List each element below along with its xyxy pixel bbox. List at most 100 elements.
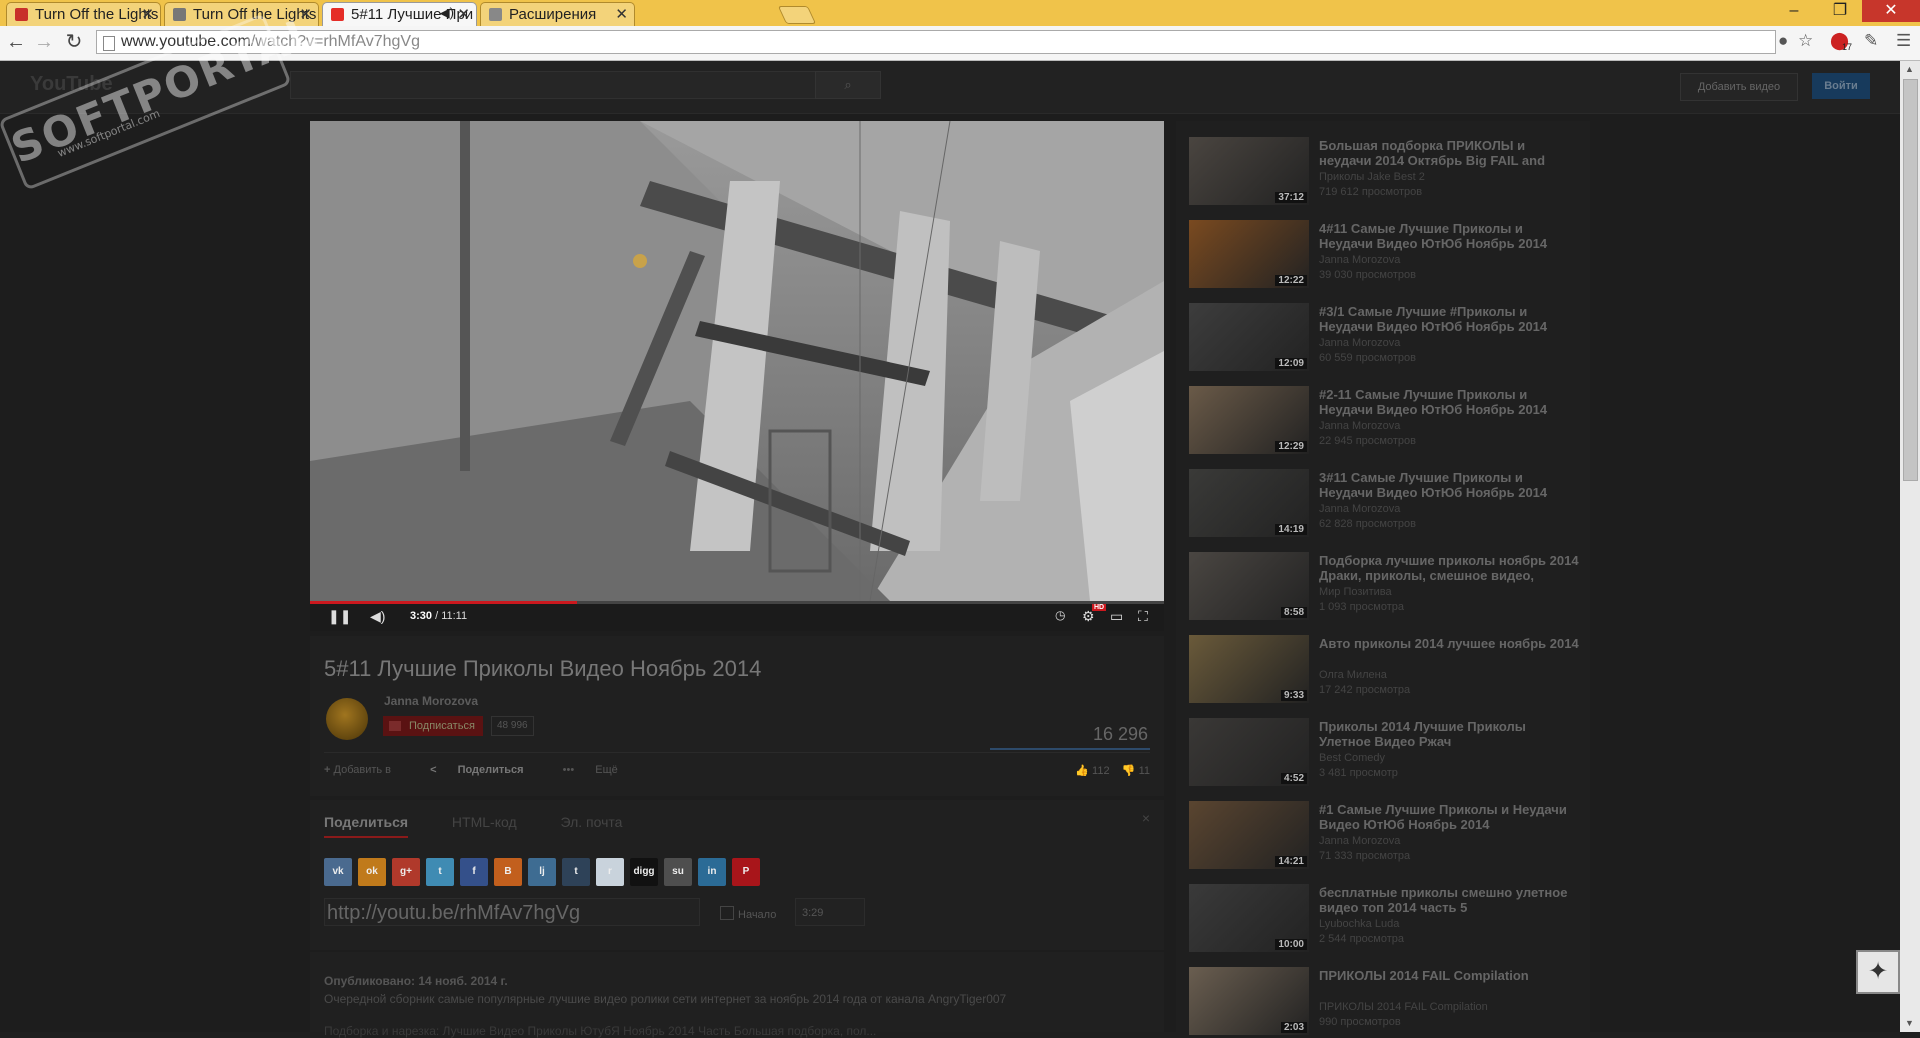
- reddit-icon[interactable]: r: [596, 858, 624, 886]
- like-button[interactable]: 👍 112: [1075, 765, 1109, 777]
- minimize-icon[interactable]: ‒: [1772, 0, 1816, 22]
- bookmark-star-icon[interactable]: ☆: [1798, 31, 1813, 51]
- related-video-item[interactable]: 8:58 Подборка лучшие приколы ноябрь 2014 …: [1189, 552, 1589, 620]
- fullscreen-icon[interactable]: ⛶: [1138, 608, 1148, 625]
- browser-tab-active[interactable]: 5#11 Лучшие При ◀) ✕: [322, 2, 477, 26]
- volume-icon[interactable]: ◀): [370, 608, 385, 625]
- related-video-item[interactable]: 37:12 Большая подборка ПРИКОЛЫ и неудачи …: [1189, 137, 1589, 205]
- related-title[interactable]: 3#11 Самые Лучшие Приколы и Неудачи Виде…: [1319, 470, 1579, 500]
- related-title[interactable]: #2-11 Самые Лучшие Приколы и Неудачи Вид…: [1319, 387, 1579, 417]
- search-input[interactable]: [290, 71, 817, 99]
- tab-email[interactable]: Эл. почта: [561, 814, 623, 830]
- subscribe-button[interactable]: Подписаться: [383, 716, 483, 736]
- linkedin-icon[interactable]: in: [698, 858, 726, 886]
- lightbulb-extension-icon[interactable]: ●: [1778, 31, 1788, 51]
- channel-avatar[interactable]: [326, 698, 368, 740]
- related-title[interactable]: Авто приколы 2014 лучшее ноябрь 2014: [1319, 636, 1579, 651]
- reload-icon[interactable]: ↻: [62, 30, 86, 54]
- theater-mode-icon[interactable]: ▭: [1110, 608, 1123, 625]
- share-button[interactable]: < Поделиться: [430, 764, 542, 776]
- related-title[interactable]: Подборка лучшие приколы ноябрь 2014 Драк…: [1319, 553, 1579, 583]
- related-title[interactable]: ПРИКОЛЫ 2014 FAIL Compilation: [1319, 968, 1579, 983]
- menu-icon[interactable]: ☰: [1896, 31, 1911, 51]
- new-tab-button[interactable]: [777, 6, 817, 24]
- share-link-field[interactable]: http://youtu.be/rhMfAv7hgVg: [324, 898, 700, 926]
- video-thumbnail[interactable]: 8:58: [1189, 552, 1309, 620]
- scroll-up-icon[interactable]: ▲: [1905, 64, 1914, 74]
- related-video-item[interactable]: 14:21 #1 Самые Лучшие Приколы и Неудачи В…: [1189, 801, 1589, 869]
- blogger-icon[interactable]: B: [494, 858, 522, 886]
- tab-embed[interactable]: HTML-код: [452, 814, 517, 830]
- pinterest-icon[interactable]: P: [732, 858, 760, 886]
- related-video-item[interactable]: 4:52 Приколы 2014 Лучшие Приколы Улетное …: [1189, 718, 1589, 786]
- tab-share[interactable]: Поделиться: [324, 814, 409, 838]
- video-thumbnail[interactable]: 12:22: [1189, 220, 1309, 288]
- related-video-item[interactable]: 10:00 бесплатные приколы смешно улетное в…: [1189, 884, 1589, 952]
- dislike-button[interactable]: 👎 11: [1122, 765, 1150, 777]
- tab-close-icon[interactable]: ✕: [141, 5, 154, 23]
- video-thumbnail[interactable]: 10:00: [1189, 884, 1309, 952]
- related-video-item[interactable]: 2:03 ПРИКОЛЫ 2014 FAIL Compilation ПРИКОЛЫ…: [1189, 967, 1589, 1035]
- twitter-icon[interactable]: t: [426, 858, 454, 886]
- stumbleupon-icon[interactable]: su: [664, 858, 692, 886]
- search-button[interactable]: ⌕: [815, 71, 881, 99]
- related-title[interactable]: Приколы 2014 Лучшие Приколы Улетное Виде…: [1319, 719, 1579, 749]
- tab-close-icon[interactable]: ✕: [457, 5, 470, 23]
- odnoklassniki-icon[interactable]: ok: [358, 858, 386, 886]
- livejournal-icon[interactable]: lj: [528, 858, 556, 886]
- related-video-item[interactable]: 12:29 #2-11 Самые Лучшие Приколы и Неудач…: [1189, 386, 1589, 454]
- start-time-field[interactable]: 3:29: [795, 898, 865, 926]
- video-thumbnail[interactable]: 37:12: [1189, 137, 1309, 205]
- window-close-icon[interactable]: ✕: [1862, 0, 1920, 22]
- add-to-button[interactable]: + Добавить в: [324, 764, 409, 776]
- google-plus-icon[interactable]: g+: [392, 858, 420, 886]
- turn-off-lights-button[interactable]: ✦: [1856, 950, 1900, 994]
- browser-tab[interactable]: Расширения ✕: [480, 2, 635, 26]
- back-arrow-icon[interactable]: ←: [4, 30, 28, 54]
- more-button[interactable]: ••• Ещё: [563, 764, 636, 776]
- video-thumbnail[interactable]: 4:52: [1189, 718, 1309, 786]
- like-count: 112: [1092, 765, 1110, 777]
- digg-icon[interactable]: digg: [630, 858, 658, 886]
- related-video-item[interactable]: 14:19 3#11 Самые Лучшие Приколы и Неудачи…: [1189, 469, 1589, 537]
- scrollbar-thumb[interactable]: [1903, 79, 1918, 481]
- video-frame[interactable]: [310, 121, 1164, 601]
- tab-close-icon[interactable]: ✕: [615, 5, 628, 23]
- related-title[interactable]: 4#11 Самые Лучшие Приколы и Неудачи Виде…: [1319, 221, 1579, 251]
- related-title[interactable]: #3/1 Самые Лучшие #Приколы и Неудачи Вид…: [1319, 304, 1579, 334]
- vk-icon[interactable]: vk: [324, 858, 352, 886]
- related-video-item[interactable]: 12:22 4#11 Самые Лучшие Приколы и Неудачи…: [1189, 220, 1589, 288]
- channel-name[interactable]: Janna Morozova: [384, 694, 478, 708]
- facebook-icon[interactable]: f: [460, 858, 488, 886]
- related-title[interactable]: Большая подборка ПРИКОЛЫ и неудачи 2014 …: [1319, 138, 1579, 168]
- related-author: Приколы Jake Best 2: [1319, 171, 1425, 183]
- forward-arrow-icon[interactable]: →: [32, 30, 56, 54]
- related-title[interactable]: #1 Самые Лучшие Приколы и Неудачи Видео …: [1319, 802, 1579, 832]
- start-at-checkbox[interactable]: Начало: [720, 906, 776, 921]
- address-bar[interactable]: www.youtube.com/watch?v=rhMfAv7hgVg: [96, 30, 1776, 54]
- related-video-item[interactable]: 9:33 Авто приколы 2014 лучшее ноябрь 2014…: [1189, 635, 1589, 703]
- related-views: 60 559 просмотров: [1319, 352, 1416, 364]
- video-thumbnail[interactable]: 12:09: [1189, 303, 1309, 371]
- video-thumbnail[interactable]: 2:03: [1189, 967, 1309, 1035]
- tumblr-icon[interactable]: t: [562, 858, 590, 886]
- pause-icon[interactable]: ❚❚: [328, 608, 351, 625]
- progress-bar[interactable]: [310, 601, 1164, 604]
- related-video-item[interactable]: 12:09 #3/1 Самые Лучшие #Приколы и Неудач…: [1189, 303, 1589, 371]
- video-thumbnail[interactable]: 9:33: [1189, 635, 1309, 703]
- video-thumbnail[interactable]: 12:29: [1189, 386, 1309, 454]
- browser-tab[interactable]: Turn Off the Lights - ✕: [6, 2, 161, 26]
- restore-icon[interactable]: ❐: [1818, 0, 1862, 22]
- login-button[interactable]: Войти: [1812, 73, 1870, 99]
- video-player[interactable]: ❚❚ ◀) 3:30 / 11:11 ◷ ⚙ HD ▭ ⛶: [310, 121, 1164, 631]
- related-title[interactable]: бесплатные приколы смешно улетное видео …: [1319, 885, 1579, 915]
- vertical-scrollbar[interactable]: ▲ ▼: [1900, 61, 1920, 1032]
- scroll-down-icon[interactable]: ▼: [1905, 1018, 1914, 1028]
- watch-later-icon[interactable]: ◷: [1055, 608, 1065, 622]
- feather-extension-icon[interactable]: ✎: [1864, 31, 1878, 51]
- related-views: 990 просмотров: [1319, 1016, 1401, 1028]
- close-icon[interactable]: ×: [1142, 810, 1150, 826]
- video-thumbnail[interactable]: 14:19: [1189, 469, 1309, 537]
- upload-button[interactable]: Добавить видео: [1680, 73, 1798, 101]
- video-thumbnail[interactable]: 14:21: [1189, 801, 1309, 869]
